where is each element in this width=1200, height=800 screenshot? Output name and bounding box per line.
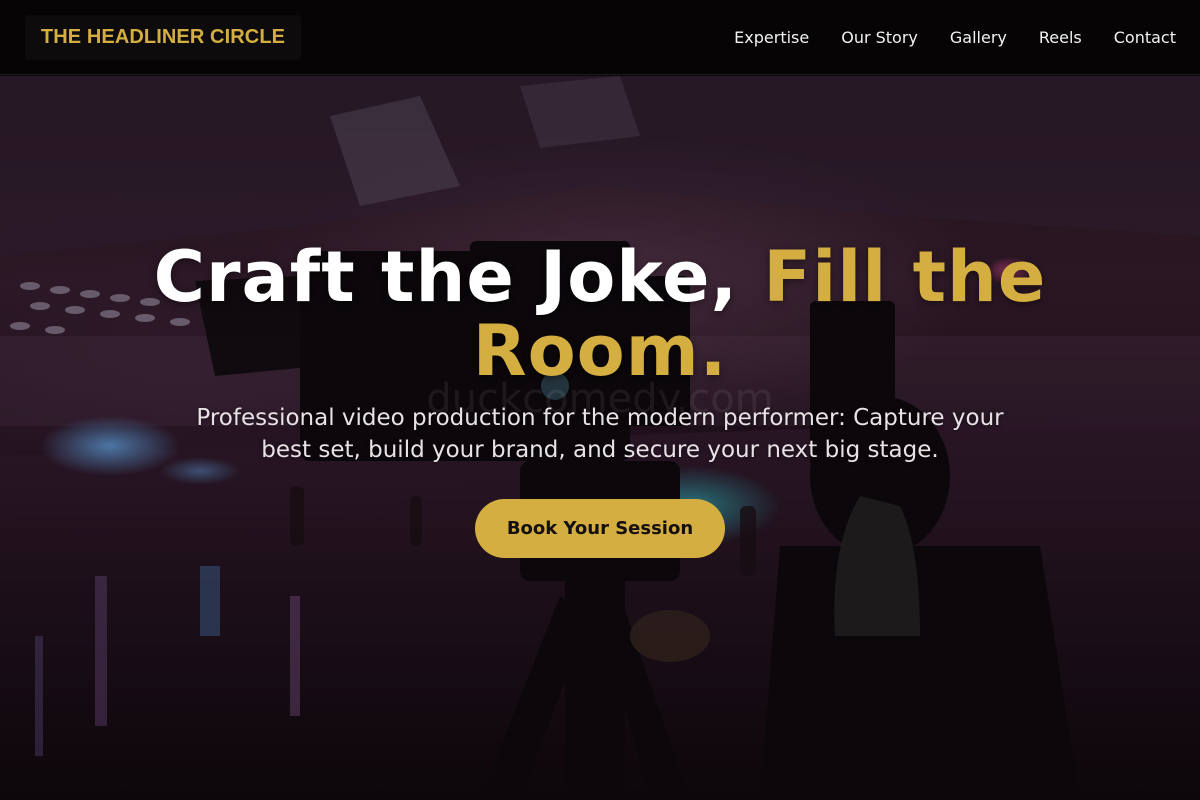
main-menu: Expertise Our Story Gallery Reels Contac… (734, 0, 1176, 75)
hero-headline: Craft the Joke, Fill the Room. (150, 240, 1050, 388)
nav-link-reels[interactable]: Reels (1039, 28, 1082, 47)
nav-link-gallery[interactable]: Gallery (950, 28, 1007, 47)
nav-link-expertise[interactable]: Expertise (734, 28, 809, 47)
nav-link-our-story[interactable]: Our Story (841, 28, 918, 47)
headline-main: Craft the Joke, (153, 236, 739, 318)
book-session-button[interactable]: Book Your Session (475, 499, 725, 558)
hero-subtitle: Professional video production for the mo… (196, 405, 1004, 463)
top-navbar: THE HEADLINER CIRCLE Expertise Our Story… (0, 0, 1200, 75)
brand-logo[interactable]: THE HEADLINER CIRCLE (25, 15, 301, 60)
hero-content: duckcomedy.com Craft the Joke, Fill the … (0, 76, 1200, 800)
nav-link-contact[interactable]: Contact (1114, 28, 1176, 47)
